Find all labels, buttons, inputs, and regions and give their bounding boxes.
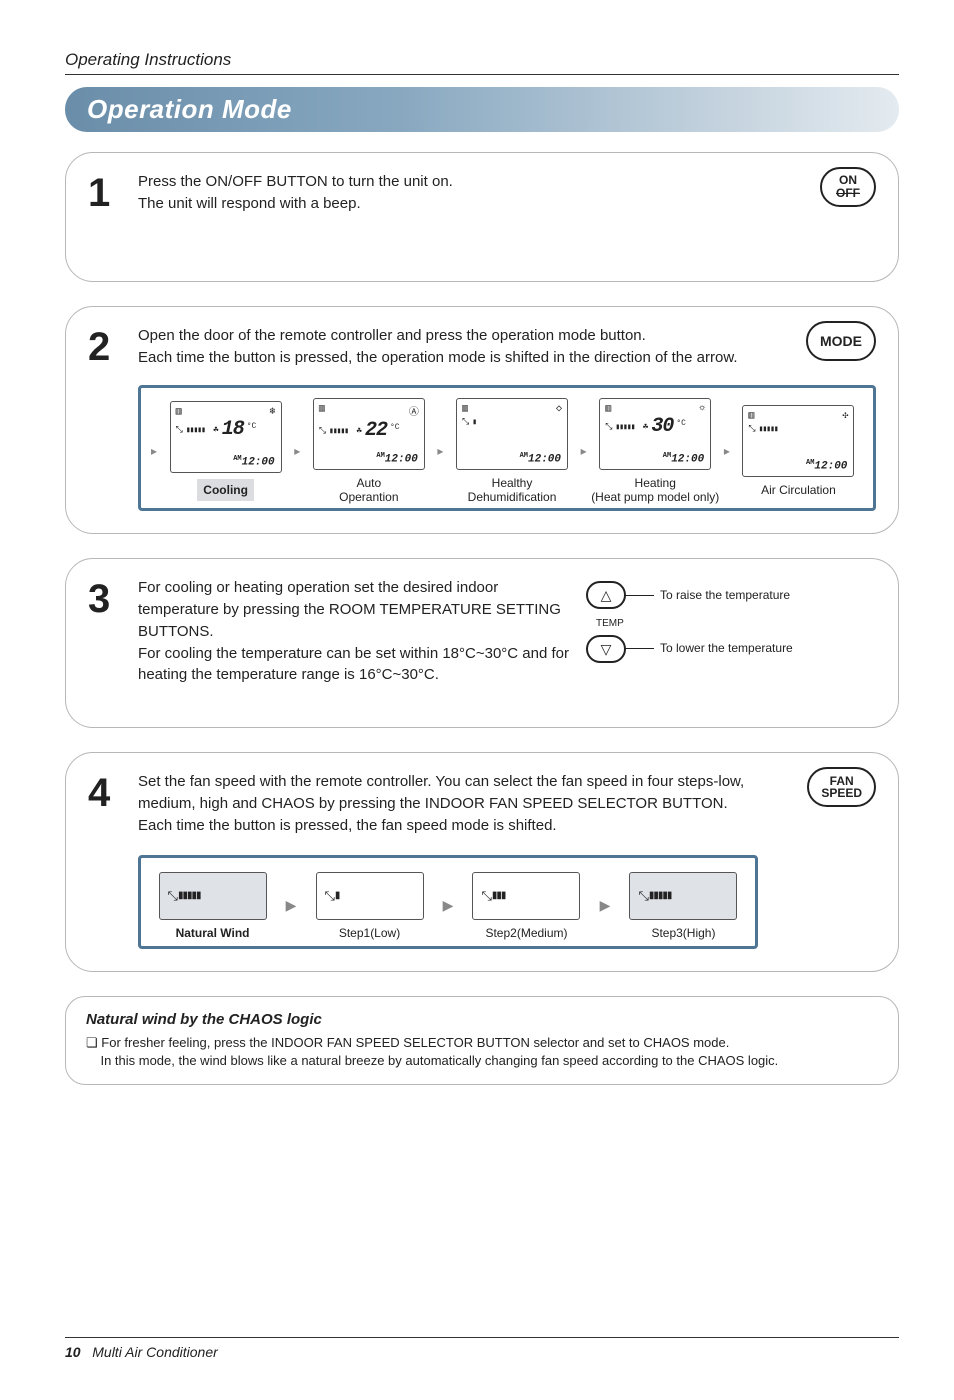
temp-up-line [624,595,654,596]
mode-cell: ▥◇ ⤡▮ AM12:00 HealthyDehumidification [445,398,578,505]
lcd-display: ▥❄ ⤡▮▮▮▮▮ ☘18°C AM12:00 [170,401,282,473]
fan-display: ⤡▮▮▮ [472,872,580,920]
step1-line1: Press the ON/OFF BUTTON to turn the unit… [138,171,876,193]
mode-top-icon: ❄ [270,406,276,418]
step2-num: 2 [88,325,138,367]
step2-line2: Each time the button is pressed, the ope… [138,347,876,369]
fan-display: ⤡▮▮▮▮▮ [159,872,267,920]
fan-cell: ⤡▮▮▮ Step2(Medium) [472,872,580,940]
fan-label: Step1(Low) [316,926,424,940]
header-rule [65,74,899,75]
step2-line1: Open the door of the remote controller a… [138,325,876,347]
arrow-icon: ▸ [292,444,302,458]
lcd-display: ▥◇ ⤡▮ AM12:00 [456,398,568,470]
fanspeed-bot: SPEED [821,787,862,800]
onoff-button-graphic: ON OFF [820,167,876,207]
mode-cell: ▥Ⓐ ⤡▮▮▮▮▮ ☘22°C AM12:00 AutoOperantion [302,398,435,505]
chaos-note: Natural wind by the CHAOS logic ❏ For fr… [65,996,899,1085]
fan-cell: ⤡▮ Step1(Low) [316,872,424,940]
temp-down-line [624,648,654,649]
fan-cell: ⤡▮▮▮▮▮ Step3(High) [629,872,737,940]
mode-label: Air Circulation [732,483,865,497]
onoff-bot: OFF [836,187,860,200]
fan-label: Natural Wind [159,926,267,940]
step3-num: 3 [88,577,138,619]
step3-line2: For cooling the temperature can be set w… [138,643,598,687]
temp-mid-label: TEMP [596,617,876,632]
lcd-display: ▥☼ ⤡▮▮▮▮▮ ☘30°C AM12:00 [599,398,711,470]
chaos-bullet: ❏ [86,1035,98,1050]
temp-raise-label: To raise the temperature [660,587,790,604]
arrow-icon: ▸ [435,444,445,458]
chaos-line1: For fresher feeling, press the INDOOR FA… [101,1035,729,1050]
fan-cell: ⤡▮▮▮▮▮ Natural Wind [159,872,267,940]
fan-label: Step3(High) [629,926,737,940]
title-text: Operation Mode [87,94,292,124]
temp-buttons-group: △ To raise the temperature TEMP ▽ To low… [586,577,876,671]
mode-label: HealthyDehumidification [445,476,578,505]
arrow-icon: ▸ [722,444,732,458]
step3-card: 3 △ To raise the temperature TEMP ▽ To l… [65,558,899,728]
page-footer: 10 Multi Air Conditioner [65,1337,899,1360]
mode-top-icon: ✣ [842,410,848,422]
mode-sequence: ▸ ▥❄ ⤡▮▮▮▮▮ ☘18°C AM12:00 Cooling ▸ ▥Ⓐ ⤡… [138,385,876,512]
arrow-icon: ▶ [596,897,615,914]
footer-page: 10 [65,1344,81,1360]
mode-button-graphic: MODE [806,321,876,361]
arrow-icon: ▸ [149,444,159,458]
temp-up-button: △ [586,581,626,609]
chaos-title: Natural wind by the CHAOS logic [86,1011,878,1028]
mode-label: Heating(Heat pump model only) [589,476,722,505]
chaos-line2: In this mode, the wind blows like a natu… [100,1053,778,1068]
step4-line1: Set the fan speed with the remote contro… [138,771,758,815]
footer-text: Multi Air Conditioner [92,1344,218,1360]
lcd-display: ▥Ⓐ ⤡▮▮▮▮▮ ☘22°C AM12:00 [313,398,425,470]
mode-top-icon: ◇ [556,403,562,415]
temp-lower-label: To lower the temperature [660,640,793,657]
step1-card: ON OFF 1 Press the ON/OFF BUTTON to turn… [65,152,899,282]
step1-num: 1 [88,171,138,213]
step4-card: FAN SPEED 4 Set the fan speed with the r… [65,752,899,971]
arrow-icon: ▶ [439,897,458,914]
mode-button-label: MODE [806,321,876,361]
fan-display: ⤡▮▮▮▮▮ [629,872,737,920]
mode-label: Cooling [197,479,254,501]
fanspeed-button-graphic: FAN SPEED [807,767,876,807]
mode-top-icon: Ⓐ [409,403,419,419]
mode-cell: ▥✣ ⤡▮▮▮▮▮ AM12:00 Air Circulation [732,405,865,497]
step1-line2: The unit will respond with a beep. [138,193,876,215]
fan-sequence: ⤡▮▮▮▮▮ Natural Wind ▶ ⤡▮ Step1(Low) ▶ ⤡▮… [138,855,758,949]
step4-line2: Each time the button is pressed, the fan… [138,815,876,837]
lcd-display: ▥✣ ⤡▮▮▮▮▮ AM12:00 [742,405,854,477]
mode-top-icon: ☼ [699,403,705,415]
doc-header: Operating Instructions [65,50,899,70]
step4-num: 4 [88,771,138,813]
step3-line1: For cooling or heating operation set the… [138,577,568,642]
mode-label: AutoOperantion [302,476,435,505]
temp-down-button: ▽ [586,635,626,663]
fan-display: ⤡▮ [316,872,424,920]
title-bar: Operation Mode [65,87,899,132]
arrow-icon: ▶ [282,897,301,914]
mode-cell: ▥☼ ⤡▮▮▮▮▮ ☘30°C AM12:00 Heating(Heat pum… [589,398,722,505]
mode-cell: ▥❄ ⤡▮▮▮▮▮ ☘18°C AM12:00 Cooling [159,401,292,501]
arrow-icon: ▸ [579,444,589,458]
step2-card: MODE 2 Open the door of the remote contr… [65,306,899,534]
fan-label: Step2(Medium) [472,926,580,940]
